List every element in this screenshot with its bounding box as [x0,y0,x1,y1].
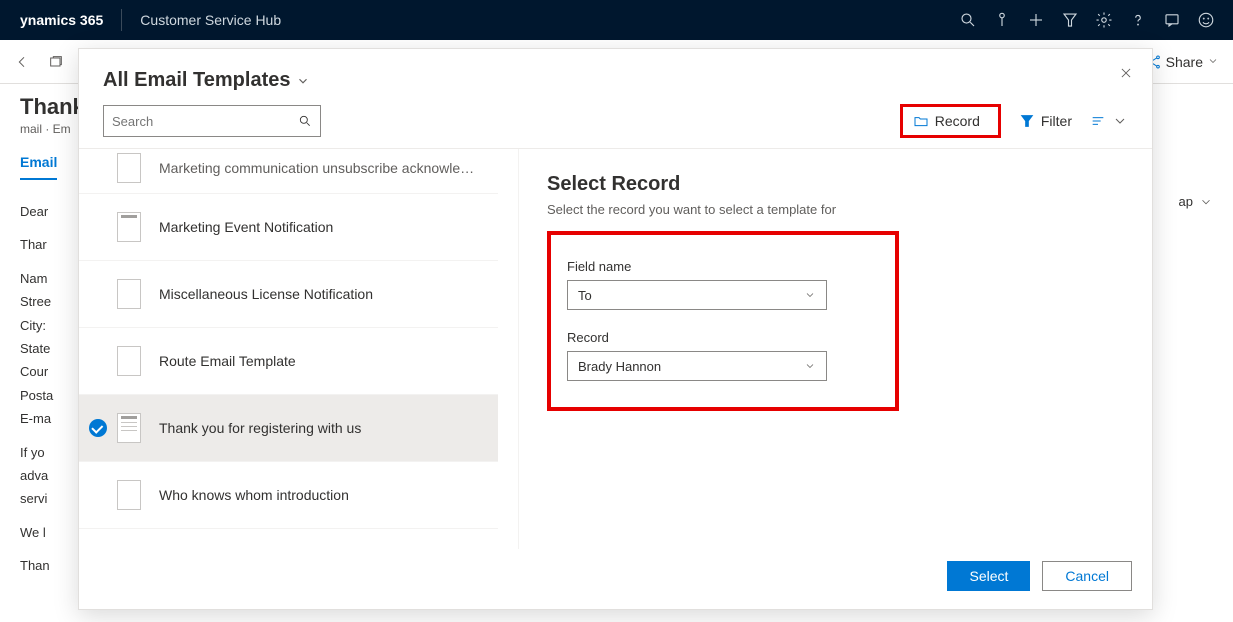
template-thumb-icon [117,413,141,443]
template-thumb-icon [117,153,141,183]
record-fields-highlight: Field name To Record Brady Hannon [547,231,899,411]
template-name: Who knows whom introduction [159,487,349,503]
chevron-down-icon [1199,195,1213,209]
list-icon [1090,113,1106,129]
share-label: Share [1166,54,1203,70]
search-input[interactable] [112,114,298,129]
add-icon[interactable] [1019,0,1053,40]
right-side-toggle[interactable]: ap [1179,194,1213,209]
tab-email[interactable]: Email [20,154,57,180]
cancel-button[interactable]: Cancel [1042,561,1132,591]
record-filter-button[interactable]: Record [900,104,1001,138]
close-icon[interactable] [1116,63,1136,83]
field-name-label: Field name [567,259,855,274]
list-settings-button[interactable] [1090,113,1128,129]
template-name: Marketing communication unsubscribe ackn… [159,160,479,176]
field-name-value: To [578,288,804,303]
share-button[interactable]: Share [1146,54,1219,70]
folder-icon [913,113,929,129]
search-icon[interactable] [951,0,985,40]
list-item[interactable]: Marketing Event Notification [79,194,498,261]
help-icon[interactable] [1121,0,1155,40]
record-label: Record [567,330,855,345]
field-name-dropdown[interactable]: To [567,280,827,310]
select-button[interactable]: Select [947,561,1030,591]
global-nav-bar: ynamics 365 Customer Service Hub [0,0,1233,40]
smiley-icon[interactable] [1189,0,1223,40]
funnel-filter-icon[interactable] [1053,0,1087,40]
brand-label: ynamics 365 [10,12,113,28]
record-value: Brady Hannon [578,359,804,374]
template-name: Marketing Event Notification [159,219,333,235]
chevron-down-icon [804,360,816,372]
settings-gear-icon[interactable] [1087,0,1121,40]
search-input-container [103,105,321,137]
modal-footer: Select Cancel [79,549,1152,609]
chevron-down-icon [1112,113,1128,129]
list-item[interactable]: Miscellaneous License Notification [79,261,498,328]
template-name: Thank you for registering with us [159,420,361,436]
detail-title: Select Record [547,173,1124,196]
template-thumb-icon [117,346,141,376]
template-list[interactable]: Marketing communication unsubscribe ackn… [79,149,519,549]
template-thumb-icon [117,279,141,309]
cmd-open-button[interactable] [48,54,64,70]
modal-title: All Email Templates [103,69,290,92]
template-thumb-icon [117,212,141,242]
search-icon [298,114,312,128]
selected-check-icon [89,419,107,437]
modal-title-dropdown[interactable]: All Email Templates [103,69,310,92]
detail-subtitle: Select the record you want to select a t… [547,202,1124,217]
filter-label: Filter [1041,113,1072,129]
email-templates-modal: All Email Templates Record Filter [78,48,1153,610]
app-name[interactable]: Customer Service Hub [130,12,291,28]
template-thumb-icon [117,480,141,510]
list-item[interactable]: Route Email Template [79,328,498,395]
assistant-icon[interactable] [985,0,1019,40]
chevron-down-icon [296,74,310,88]
list-item[interactable]: Marketing communication unsubscribe ackn… [79,149,498,194]
template-name: Route Email Template [159,353,296,369]
record-label: Record [935,113,980,129]
list-item[interactable]: Thank you for registering with us [79,395,498,462]
brand-divider [121,9,122,31]
chat-icon[interactable] [1155,0,1189,40]
funnel-icon [1019,113,1035,129]
cmd-back-button[interactable] [14,54,30,70]
record-dropdown[interactable]: Brady Hannon [567,351,827,381]
list-item[interactable]: Who knows whom introduction [79,462,498,529]
template-name: Miscellaneous License Notification [159,286,373,302]
filter-button[interactable]: Filter [1019,113,1072,129]
select-record-pane: Select Record Select the record you want… [519,149,1152,549]
chevron-down-icon [804,289,816,301]
